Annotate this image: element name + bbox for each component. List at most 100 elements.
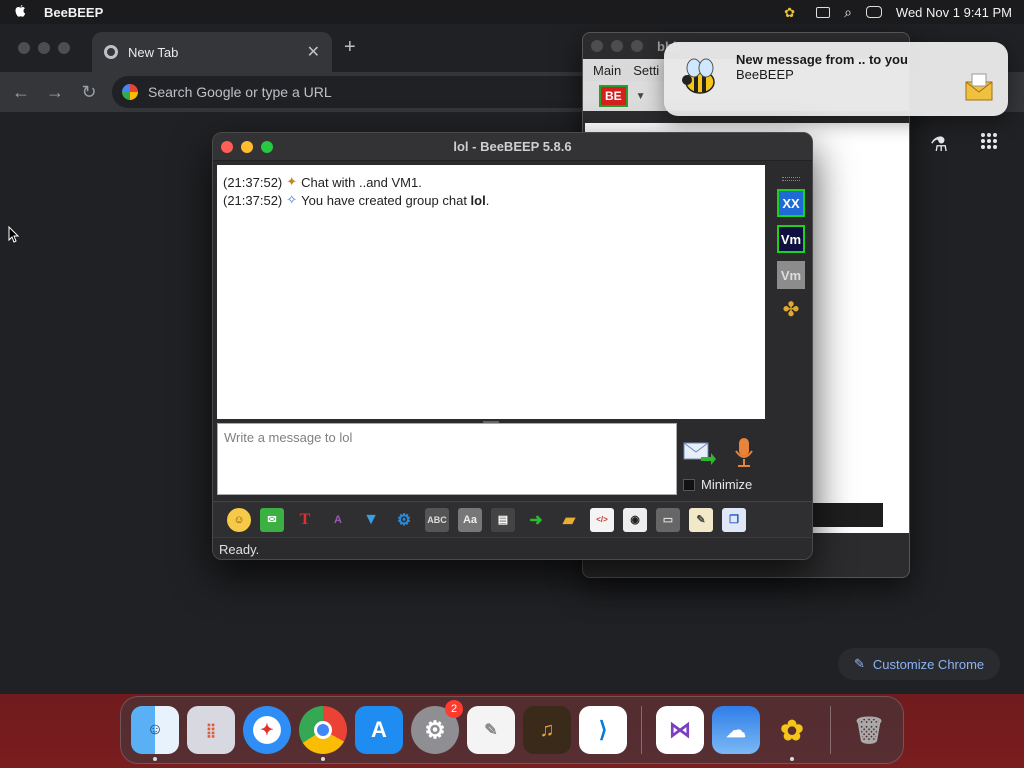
- bee-icon: [682, 58, 715, 94]
- garageband-icon[interactable]: ♫: [523, 706, 571, 754]
- search-icon[interactable]: ⌕: [844, 4, 852, 21]
- new-tab-button[interactable]: +: [344, 36, 356, 59]
- minimize-button[interactable]: [38, 42, 50, 54]
- mail-icon: [965, 73, 993, 101]
- menu-main[interactable]: Main: [593, 63, 621, 78]
- tab-title: New Tab: [128, 44, 179, 60]
- microphone-icon[interactable]: [733, 437, 755, 469]
- close-tab-icon[interactable]: ✕: [307, 42, 320, 62]
- window-icon[interactable]: [816, 6, 831, 18]
- omnibox-placeholder: Search Google or type a URL: [148, 84, 332, 100]
- apps-grid-icon[interactable]: [980, 132, 1000, 150]
- launchpad-icon[interactable]: ⣿: [187, 706, 235, 754]
- font-icon[interactable]: T: [293, 508, 317, 532]
- mail-open-icon[interactable]: ✉: [260, 507, 284, 532]
- document-icon[interactable]: ▤: [491, 507, 515, 532]
- minimize-label: Minimize: [701, 477, 753, 492]
- reload-icon[interactable]: ↻: [78, 81, 100, 103]
- visual-studio-icon[interactable]: ⋈: [656, 706, 704, 754]
- group-icon: ✦: [286, 174, 298, 189]
- minimize-option[interactable]: Minimize: [683, 477, 752, 492]
- pencil-icon: ✎: [854, 656, 865, 671]
- member-vm-offline[interactable]: Vm: [777, 261, 805, 289]
- beebeep-chat-window[interactable]: lol - BeeBEEP 5.8.6 (21:37:52) ✦ Chat wi…: [212, 132, 813, 560]
- message-input[interactable]: Write a message to lol: [217, 423, 677, 495]
- screenshot-icon[interactable]: ◉: [623, 507, 647, 532]
- beebeep-status-icon[interactable]: ✿: [784, 5, 802, 20]
- forward-icon[interactable]: →: [44, 81, 66, 103]
- textedit-icon[interactable]: ✎: [467, 706, 515, 754]
- member-xx[interactable]: XX: [777, 189, 805, 217]
- chat-history[interactable]: (21:37:52) ✦ Chat with ..and VM1. (21:37…: [217, 165, 765, 419]
- settings-badge: 2: [445, 700, 463, 718]
- dock-separator: [641, 706, 642, 754]
- clear-screen-icon[interactable]: ▭: [656, 507, 680, 532]
- add-members-icon[interactable]: ✤: [783, 297, 800, 322]
- close-button[interactable]: [591, 40, 603, 52]
- chat-members-sidebar: XX Vm Vm ✤: [771, 165, 811, 499]
- minimize-checkbox[interactable]: [683, 478, 695, 491]
- menu-app-name[interactable]: BeeBEEP: [44, 5, 103, 20]
- chrome-icon: [104, 45, 118, 59]
- vscode-icon[interactable]: ⟩: [579, 706, 627, 754]
- apple-icon[interactable]: [12, 4, 28, 20]
- finder-icon[interactable]: ☺: [131, 706, 179, 761]
- group-created-icon: ✧: [286, 192, 298, 207]
- send-folder-icon[interactable]: ▰: [557, 508, 581, 532]
- chat-message: (21:37:52) ✦ Chat with ..and VM1.: [223, 173, 759, 191]
- chrome-window-controls: [18, 42, 70, 54]
- chat-window-title: lol - BeeBEEP 5.8.6: [453, 139, 572, 154]
- save-chat-icon[interactable]: ✎: [689, 507, 713, 532]
- weather-icon[interactable]: ☁: [712, 706, 760, 754]
- dock-separator: [830, 706, 831, 754]
- detach-chat-icon[interactable]: ❐: [722, 507, 746, 532]
- chat-toolbar: ☺ ✉ T A ▼ ⚙ ABC Aa ▤ ➜ ▰ </> ◉ ▭ ✎ ❐: [213, 501, 812, 537]
- tab-new-tab[interactable]: New Tab ✕: [92, 32, 332, 72]
- emoticon-icon[interactable]: ☺: [227, 507, 251, 532]
- beebeep-dock-icon[interactable]: ✿: [768, 706, 816, 761]
- dictionary-icon[interactable]: Aa: [458, 507, 482, 532]
- message-time: (21:37:52): [223, 174, 283, 190]
- back-icon[interactable]: ←: [10, 81, 32, 103]
- menu-bar: BeeBEEP ✿ ⌕ Wed Nov 1 9:41 PM: [0, 0, 1024, 24]
- html-code-icon[interactable]: </>: [590, 507, 614, 532]
- google-icon: [122, 84, 138, 100]
- trash-icon[interactable]: 🗑: [845, 706, 893, 754]
- filter-icon[interactable]: ▼: [359, 508, 383, 532]
- group-name: lol: [470, 192, 486, 208]
- send-file-icon[interactable]: ➜: [524, 508, 548, 532]
- mouse-cursor-icon: [8, 226, 20, 243]
- chat-message: (21:37:52) ✧ You have created group chat…: [223, 191, 759, 209]
- safari-icon[interactable]: ✦: [243, 706, 291, 754]
- settings-gears-icon[interactable]: ⚙: [392, 508, 416, 532]
- dropdown-arrow-icon[interactable]: ▼: [636, 91, 646, 102]
- customize-chrome-button[interactable]: ✎ Customize Chrome: [838, 648, 1001, 680]
- chrome-icon[interactable]: [299, 706, 347, 761]
- dock: ☺ ⣿ ✦ A ⚙ 2 ✎ ♫ ⟩ ⋈ ☁ ✿ 🗑: [120, 696, 904, 764]
- beebeep-logo-icon[interactable]: BE: [599, 85, 628, 107]
- notification-banner[interactable]: New message from .. to you BeeBEEP: [664, 42, 1008, 116]
- zoom-button[interactable]: [631, 40, 643, 52]
- bg-bottom-field[interactable]: [813, 503, 883, 527]
- menu-settings[interactable]: Setti: [633, 63, 659, 78]
- sidebar-grip[interactable]: [782, 177, 800, 181]
- menu-clock[interactable]: Wed Nov 1 9:41 PM: [896, 5, 1012, 20]
- zoom-button[interactable]: [58, 42, 70, 54]
- notification-title: New message from .. to you: [736, 52, 908, 67]
- close-button[interactable]: [18, 42, 30, 54]
- control-center-icon[interactable]: [865, 6, 882, 18]
- message-text: You have created group chat: [301, 192, 471, 208]
- labs-flask-icon[interactable]: ⚗: [930, 132, 948, 157]
- status-bar: Ready.: [213, 537, 812, 559]
- send-message-icon[interactable]: [683, 439, 717, 467]
- spellcheck-icon[interactable]: ABC: [425, 507, 449, 532]
- app-store-icon[interactable]: A: [355, 706, 403, 754]
- system-settings-icon[interactable]: ⚙ 2: [411, 700, 463, 754]
- message-text: Chat with ..and VM1.: [301, 174, 422, 190]
- message-time: (21:37:52): [223, 192, 283, 208]
- minimize-button[interactable]: [611, 40, 623, 52]
- member-vm1[interactable]: Vm: [777, 225, 805, 253]
- chat-titlebar: lol - BeeBEEP 5.8.6: [213, 133, 812, 161]
- color-icon[interactable]: A: [326, 508, 350, 532]
- customize-label: Customize Chrome: [872, 656, 985, 672]
